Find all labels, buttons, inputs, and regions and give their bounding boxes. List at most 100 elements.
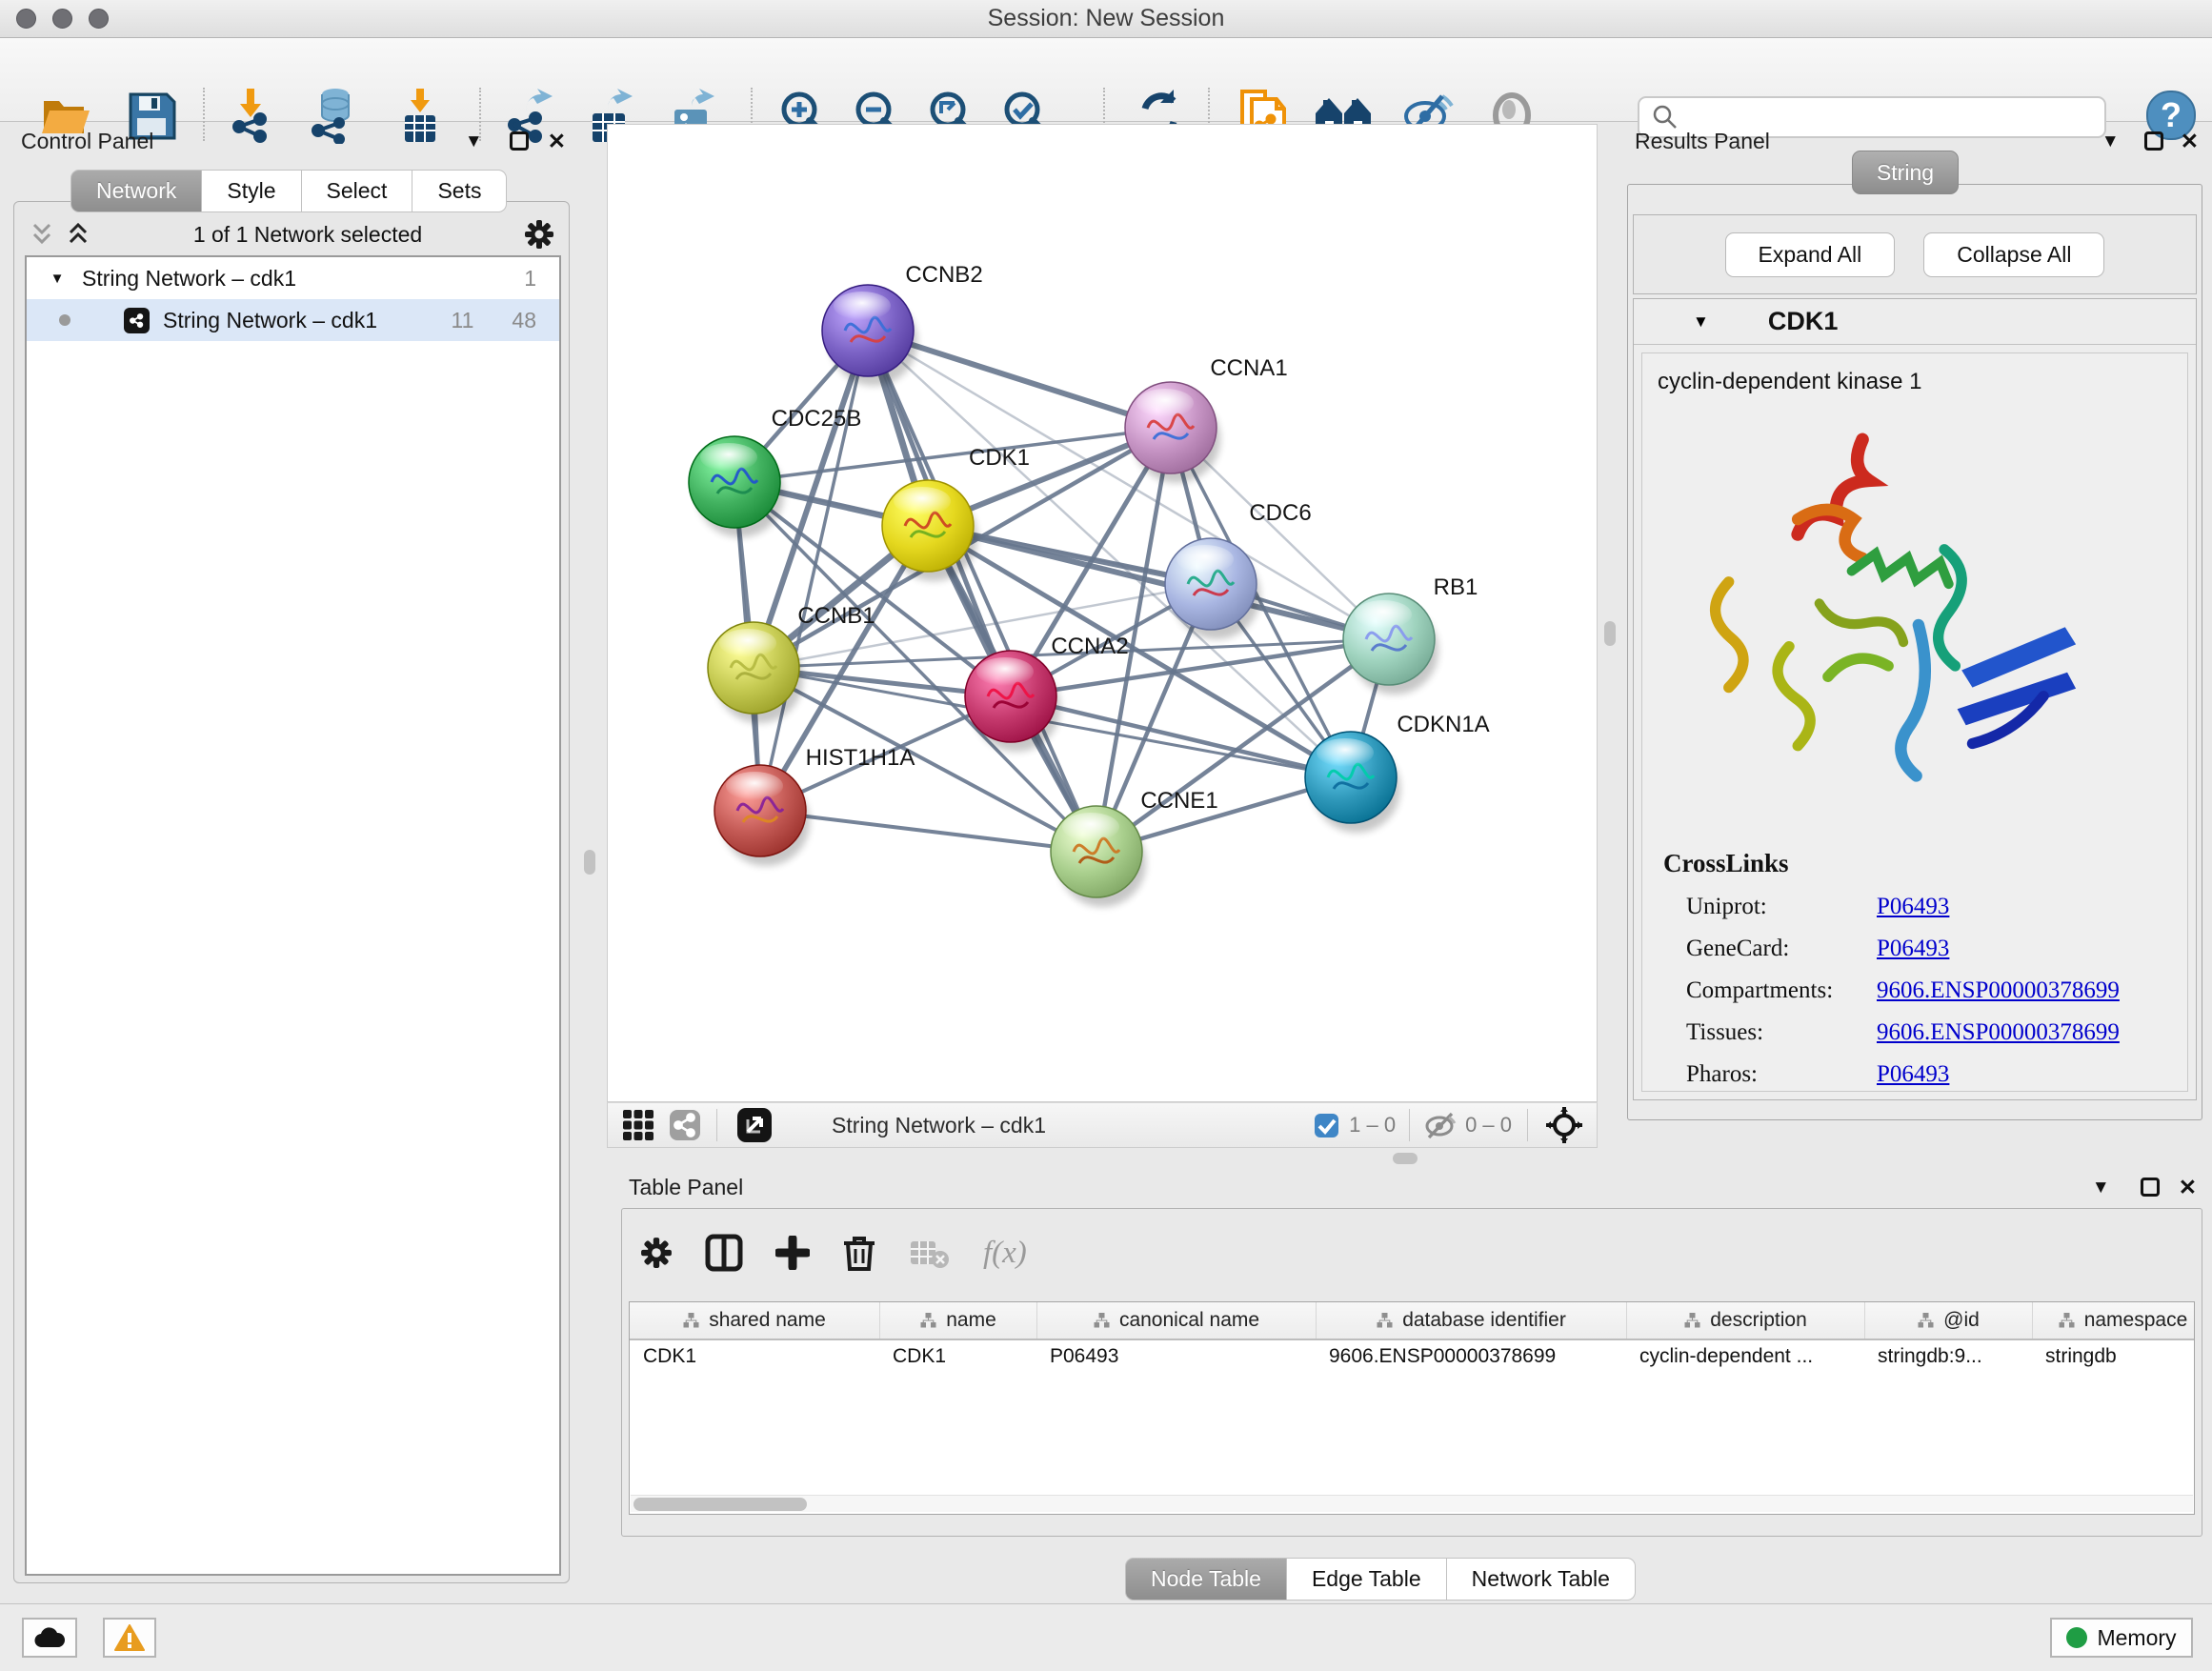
network-row[interactable]: String Network – cdk1 11 48 <box>27 299 559 341</box>
node-label-RB1: RB1 <box>1434 574 1478 600</box>
table-horizontal-scrollbar[interactable] <box>631 1495 2193 1512</box>
network-options-gear-icon[interactable] <box>524 219 554 250</box>
table-cell[interactable]: P06493 <box>1036 1345 1316 1368</box>
tab-node-table[interactable]: Node Table <box>1125 1558 1287 1601</box>
control-panel-close-icon[interactable]: ✕ <box>548 131 566 152</box>
window-title: Session: New Session <box>0 5 2212 32</box>
expand-all-chevrons-icon[interactable] <box>65 222 91 247</box>
column-header-name[interactable]: name <box>879 1302 1036 1339</box>
results-panel-float-icon[interactable] <box>2144 131 2163 151</box>
table-cell[interactable]: stringdb <box>2032 1345 2195 1368</box>
results-tab-string[interactable]: String <box>1852 151 1959 194</box>
crosslinks-title: CrossLinks <box>1663 849 2187 878</box>
tab-select[interactable]: Select <box>302 170 413 212</box>
column-header-shared-name[interactable]: shared name <box>630 1302 879 1339</box>
birds-eye-view-icon[interactable] <box>1545 1106 1583 1144</box>
crosslink-link[interactable]: P06493 <box>1877 894 1949 920</box>
network-canvas[interactable]: CCNB2CCNA1CDC25BCDK1CDC6RB1CCNB1CCNA2CDK… <box>607 124 1598 1102</box>
edge-CCNB2-CCNE1[interactable] <box>868 331 1096 852</box>
column-header-label: name <box>946 1309 996 1332</box>
right-splitter-handle[interactable] <box>1604 621 1616 646</box>
node-CDK1[interactable]: CDK1 <box>882 445 1030 581</box>
crosslink-link[interactable]: P06493 <box>1877 1061 1949 1088</box>
warnings-button[interactable] <box>103 1618 156 1658</box>
protein-structure-image <box>1690 420 2100 830</box>
protein-name: CDK1 <box>1768 307 1839 336</box>
node-CCNA1[interactable]: CCNA1 <box>1125 355 1288 483</box>
control-panel-float-icon[interactable] <box>510 131 529 151</box>
search-input[interactable] <box>1687 105 2104 130</box>
results-panel-close-icon[interactable]: ✕ <box>2181 131 2199 152</box>
delete-table-icon <box>909 1236 951 1270</box>
column-header-description[interactable]: description <box>1626 1302 1864 1339</box>
tree-expand-arrow-icon[interactable]: ▼ <box>44 271 70 287</box>
crosslink-row: Uniprot:P06493 <box>1686 894 2187 920</box>
tab-edge-table[interactable]: Edge Table <box>1287 1558 1447 1601</box>
entry-collapse-arrow-icon[interactable]: ▼ <box>1693 312 1709 332</box>
node-CCNB2[interactable]: CCNB2 <box>822 262 983 386</box>
node-RB1[interactable]: RB1 <box>1343 574 1478 695</box>
network-graph[interactable]: CCNB2CCNA1CDC25BCDK1CDC6RB1CCNB1CCNA2CDK… <box>608 125 1597 1101</box>
network-edge-count: 48 <box>512 308 536 333</box>
selected-nodes-checkbox-icon[interactable] <box>1314 1113 1339 1138</box>
show-columns-icon[interactable] <box>705 1234 743 1272</box>
add-column-plus-icon[interactable] <box>775 1236 810 1270</box>
node-CDKN1A[interactable]: CDKN1A <box>1305 712 1490 833</box>
table-cell[interactable]: cyclin-dependent ... <box>1626 1345 1864 1368</box>
table-row[interactable]: CDK1CDK1P064939606.ENSP00000378699cyclin… <box>630 1340 2194 1373</box>
network-list-view-icon[interactable] <box>669 1109 701 1141</box>
protein-description: cyclin-dependent kinase 1 <box>1658 369 2187 395</box>
control-panel-menu-arrow-icon[interactable]: ▼ <box>465 132 483 151</box>
collapse-all-button[interactable]: Collapse All <box>1923 232 2104 277</box>
delete-column-trash-icon[interactable] <box>842 1234 876 1272</box>
crosslink-link[interactable]: 9606.ENSP00000378699 <box>1877 1019 2120 1046</box>
cloud-button[interactable] <box>22 1618 77 1658</box>
current-network-dot-icon <box>59 314 70 326</box>
column-header-@id[interactable]: @id <box>1864 1302 2032 1339</box>
table-panel-float-icon[interactable] <box>2141 1178 2160 1197</box>
table-cell[interactable]: 9606.ENSP00000378699 <box>1316 1345 1626 1368</box>
table-cell[interactable]: stringdb:9... <box>1864 1345 2032 1368</box>
detach-view-icon[interactable] <box>736 1107 773 1143</box>
protein-entry-header[interactable]: ▼ CDK1 <box>1634 299 2196 345</box>
left-splitter-handle[interactable] <box>584 850 595 875</box>
tab-sets[interactable]: Sets <box>412 170 507 212</box>
edge-HIST1H1A-CCNE1[interactable] <box>760 811 1096 852</box>
bottom-splitter-handle[interactable] <box>1393 1153 1418 1164</box>
control-panel-header: Control Panel ▼ ✕ <box>21 128 573 154</box>
network-selection-status: 1 of 1 Network selected <box>91 222 524 248</box>
table-cell[interactable]: CDK1 <box>879 1345 1036 1368</box>
crosslink-link[interactable]: 9606.ENSP00000378699 <box>1877 977 2120 1004</box>
status-bar <box>0 1603 2212 1671</box>
collapse-all-chevrons-icon[interactable] <box>29 222 55 247</box>
results-panel-menu-arrow-icon[interactable]: ▼ <box>2101 132 2120 151</box>
node-HIST1H1A[interactable]: HIST1H1A <box>714 745 915 866</box>
crosslink-link[interactable]: P06493 <box>1877 936 1949 962</box>
table-panel-menu-arrow-icon[interactable]: ▼ <box>2092 1178 2110 1197</box>
node-label-CDK1: CDK1 <box>969 445 1030 471</box>
tab-network-table[interactable]: Network Table <box>1447 1558 1636 1601</box>
column-header-label: description <box>1710 1309 1807 1332</box>
table-cell[interactable]: CDK1 <box>630 1345 879 1368</box>
memory-button[interactable]: Memory <box>2050 1618 2193 1658</box>
tab-style[interactable]: Style <box>202 170 301 212</box>
column-header-database-identifier[interactable]: database identifier <box>1316 1302 1626 1339</box>
scrollbar-thumb[interactable] <box>633 1498 807 1511</box>
crosslink-row: Compartments:9606.ENSP00000378699 <box>1686 977 2187 1004</box>
column-header-namespace[interactable]: namespace <box>2032 1302 2195 1339</box>
tab-network[interactable]: Network <box>70 170 202 212</box>
table-panel-close-icon[interactable]: ✕ <box>2179 1177 2197 1198</box>
network-collection-count: 1 <box>524 266 536 292</box>
crosslink-row: Tissues:9606.ENSP00000378699 <box>1686 1019 2187 1046</box>
crosslink-label: GeneCard: <box>1686 936 1877 962</box>
network-collection-row[interactable]: ▼ String Network – cdk1 1 <box>27 257 559 299</box>
crosslink-label: Uniprot: <box>1686 894 1877 920</box>
network-view-toolbar: String Network – cdk1 1 – 0 0 – 0 <box>607 1102 1598 1148</box>
table-options-gear-icon[interactable] <box>640 1237 673 1269</box>
crosslink-label: Compartments: <box>1686 977 1877 1004</box>
column-header-canonical-name[interactable]: canonical name <box>1036 1302 1316 1339</box>
grid-view-icon[interactable] <box>621 1108 655 1142</box>
expand-all-button[interactable]: Expand All <box>1725 232 1896 277</box>
function-builder-icon: f(x) <box>983 1236 1027 1271</box>
node-label-CCNE1: CCNE1 <box>1140 788 1217 814</box>
